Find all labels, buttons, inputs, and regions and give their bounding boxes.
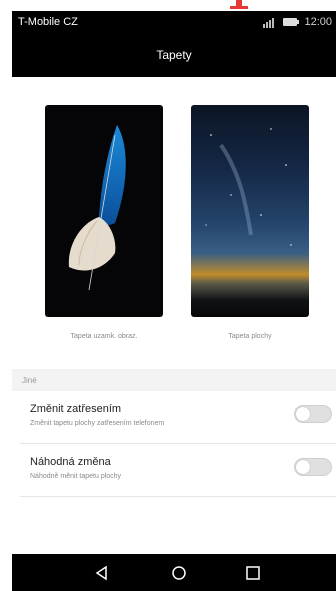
divider	[20, 496, 336, 497]
title-bar: Tapety	[12, 33, 336, 77]
random-change-setting[interactable]: Náhodná změna Náhodně měnit tapetu ploch…	[12, 444, 336, 496]
top-strip	[0, 0, 336, 11]
toggle-knob	[296, 407, 310, 421]
carrier-label: T-Mobile CZ	[18, 16, 78, 28]
shake-change-subtitle: Změnit tapetu plochy zatřesením telefone…	[30, 420, 165, 427]
status-icons: 12:00	[262, 16, 332, 28]
recents-icon[interactable]	[244, 564, 262, 582]
clock-label: 12:00	[304, 16, 332, 28]
night-sky-image	[205, 128, 292, 246]
lock-wallpaper-label: Tapeta uzamk. obraz.	[70, 333, 138, 340]
status-bar: T-Mobile CZ 12:00	[12, 11, 336, 33]
navigation-bar	[12, 554, 336, 591]
shake-change-setting[interactable]: Změnit zatřesením Změnit tapetu plochy z…	[12, 391, 336, 443]
shake-change-toggle[interactable]	[294, 405, 332, 423]
signal-icon	[263, 17, 275, 28]
toggle-knob	[296, 460, 310, 474]
section-header-label: Jiné	[22, 376, 37, 385]
home-icon[interactable]	[170, 564, 188, 582]
feather-image	[68, 125, 126, 291]
shake-change-title: Změnit zatřesením	[30, 403, 122, 415]
home-wallpaper-label: Tapeta plochy	[228, 333, 272, 340]
home-screen-wallpaper-preview[interactable]	[191, 105, 309, 317]
annotation-arrow-icon	[230, 0, 248, 9]
lock-screen-wallpaper-preview[interactable]	[45, 105, 163, 317]
random-change-toggle[interactable]	[294, 458, 332, 476]
section-header: Jiné	[12, 369, 336, 391]
page-title: Tapety	[156, 48, 192, 62]
content-area: Tapeta uzamk. obraz. Tapeta plochy Jiné …	[12, 77, 336, 554]
random-change-subtitle: Náhodně měnit tapetu plochy	[30, 473, 122, 480]
battery-icon	[283, 18, 300, 26]
back-icon[interactable]	[93, 564, 111, 582]
random-change-title: Náhodná změna	[30, 456, 111, 468]
